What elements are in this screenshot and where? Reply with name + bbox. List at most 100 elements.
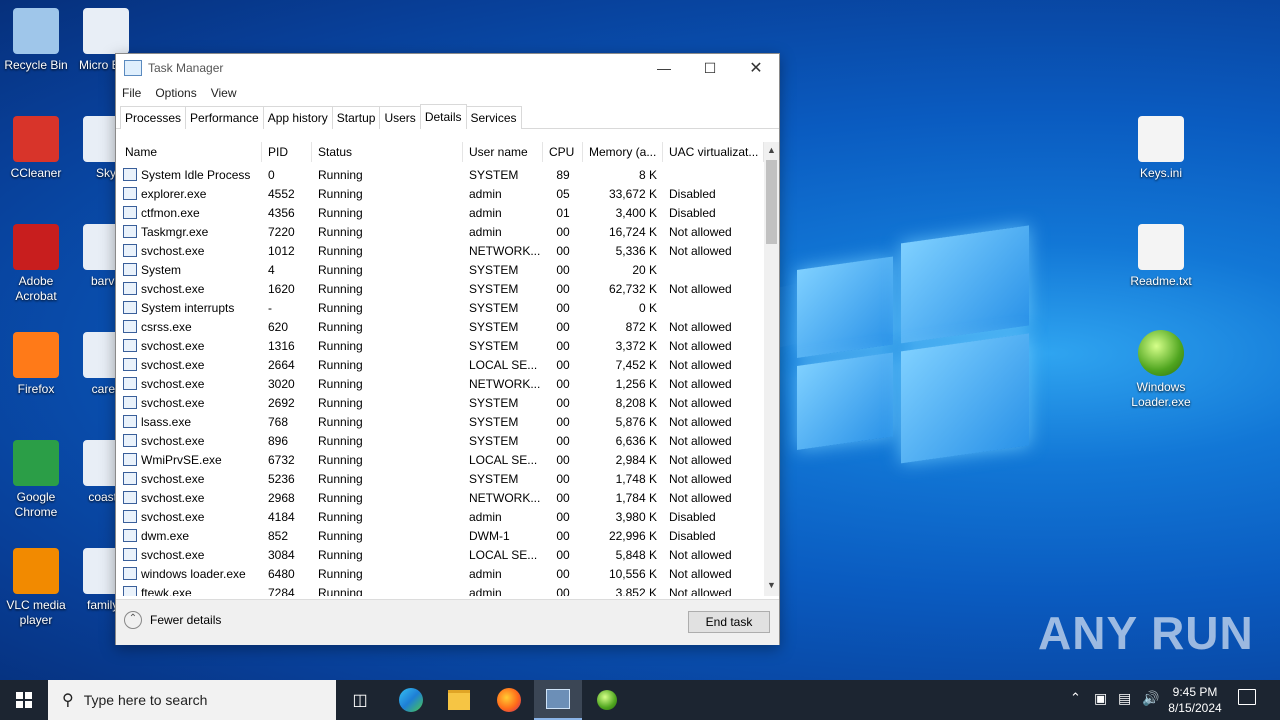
menu-options[interactable]: Options bbox=[155, 86, 196, 100]
desktop-icon-ccleaner[interactable]: CCleaner bbox=[0, 116, 74, 181]
table-cell: admin bbox=[469, 187, 502, 201]
table-row[interactable]: svchost.exe 4184 Running admin 00 3,980 K Disa… bbox=[119, 508, 764, 527]
network-icon[interactable]: ▣ bbox=[1094, 690, 1107, 707]
column-header-status[interactable]: Status bbox=[312, 142, 463, 162]
column-header-memory[interactable]: Memory (a... bbox=[583, 142, 663, 162]
desktop-icon-adobe-acrobat[interactable]: Adobe Acrobat bbox=[0, 224, 74, 304]
desktop-icon-label: Keys.ini bbox=[1139, 166, 1183, 180]
desktop-icon-firefox[interactable]: Firefox bbox=[0, 332, 74, 397]
show-hidden-icons[interactable]: ⌃ bbox=[1070, 690, 1081, 706]
menu-view[interactable]: View bbox=[211, 86, 237, 100]
notification-icon[interactable] bbox=[1238, 689, 1256, 705]
desktop-icon-google-chrome[interactable]: Google Chrome bbox=[0, 440, 74, 520]
process-name: svchost.exe bbox=[119, 394, 262, 413]
table-cell: admin bbox=[469, 567, 502, 581]
table-row[interactable]: svchost.exe 1316 Running SYSTEM 00 3,372 K Not… bbox=[119, 337, 764, 356]
table-row[interactable]: svchost.exe 3084 Running LOCAL SE... 00 5,848… bbox=[119, 546, 764, 565]
minimize-button[interactable]: — bbox=[641, 54, 687, 82]
column-header-cpu[interactable]: CPU bbox=[543, 142, 583, 162]
process-icon bbox=[123, 529, 137, 543]
table-cell: NETWORK... bbox=[469, 491, 541, 505]
table-row[interactable]: Taskmgr.exe 7220 Running admin 00 16,724 K Not… bbox=[119, 223, 764, 242]
table-cell: LOCAL SE... bbox=[469, 358, 538, 372]
process-name: Taskmgr.exe bbox=[119, 223, 262, 242]
table-cell: 7,452 K bbox=[615, 358, 657, 372]
desktop-icon-vlc-media-player[interactable]: VLC media player bbox=[0, 548, 74, 628]
taskbar-file-explorer[interactable] bbox=[435, 680, 483, 720]
start-button[interactable] bbox=[0, 680, 48, 720]
vertical-scrollbar[interactable]: ▲ ▼ bbox=[764, 142, 779, 596]
menu-file[interactable]: File bbox=[122, 86, 141, 100]
table-row[interactable]: svchost.exe 1620 Running SYSTEM 00 62,732 K No… bbox=[119, 280, 764, 299]
table-cell: Running bbox=[318, 529, 363, 543]
table-row[interactable]: svchost.exe 2968 Running NETWORK... 00 1,784 … bbox=[119, 489, 764, 508]
desktop-icon-recycle-bin[interactable]: Recycle Bin bbox=[0, 8, 74, 73]
table-cell: 1,256 K bbox=[615, 377, 657, 391]
process-icon bbox=[123, 548, 137, 562]
desktop-icon-readme-txt[interactable]: Readme.txt bbox=[1123, 224, 1199, 289]
tab-processes[interactable]: Processes bbox=[120, 106, 187, 129]
device-icon[interactable]: ▤ bbox=[1118, 690, 1131, 707]
table-cell: 3,372 K bbox=[615, 339, 657, 353]
table-row[interactable]: System interrupts - Running SYSTEM 00 0 K bbox=[119, 299, 764, 318]
table-cell: 00 bbox=[556, 282, 570, 296]
table-row[interactable]: svchost.exe 2664 Running LOCAL SE... 00 7,452… bbox=[119, 356, 764, 375]
task-manager-icon bbox=[546, 689, 570, 709]
clock[interactable]: 9:45 PM 8/15/2024 bbox=[1160, 684, 1230, 716]
table-row[interactable]: dwm.exe 852 Running DWM-1 00 22,996 K Disabled bbox=[119, 527, 764, 546]
table-row[interactable]: WmiPrvSE.exe 6732 Running LOCAL SE... 00 2,98… bbox=[119, 451, 764, 470]
table-cell: Not allowed bbox=[669, 472, 732, 486]
table-cell: SYSTEM bbox=[469, 472, 519, 486]
volume-icon[interactable]: 🔊 bbox=[1142, 690, 1159, 707]
desktop-icon-windows-loader-exe[interactable]: Windows Loader.exe bbox=[1123, 330, 1199, 410]
end-task-button[interactable]: End task bbox=[688, 611, 770, 633]
table-row[interactable]: explorer.exe 4552 Running admin 05 33,672 K Di… bbox=[119, 185, 764, 204]
title-bar[interactable]: Task Manager — ☐ ✕ bbox=[116, 54, 779, 82]
scroll-up-icon[interactable]: ▲ bbox=[767, 145, 776, 155]
taskbar-edge[interactable] bbox=[387, 680, 435, 720]
table-row[interactable]: lsass.exe 768 Running SYSTEM 00 5,876 K Not al… bbox=[119, 413, 764, 432]
tab-users[interactable]: Users bbox=[379, 106, 421, 129]
tab-app-history[interactable]: App history bbox=[262, 106, 333, 129]
desktop-icon-label: Windows Loader.exe bbox=[1131, 380, 1191, 409]
table-row[interactable]: svchost.exe 3020 Running NETWORK... 00 1,256 … bbox=[119, 375, 764, 394]
process-icon bbox=[123, 187, 137, 201]
table-cell: 00 bbox=[556, 510, 570, 524]
tab-details[interactable]: Details bbox=[419, 104, 467, 129]
table-row[interactable]: windows loader.exe 6480 Running admin 00 10,5… bbox=[119, 565, 764, 584]
process-name: ctfmon.exe bbox=[119, 204, 262, 223]
column-header-user-name[interactable]: User name bbox=[463, 142, 543, 162]
taskbar-task-manager[interactable] bbox=[534, 680, 582, 720]
tab-services[interactable]: Services bbox=[465, 106, 522, 129]
table-row[interactable]: svchost.exe 5236 Running SYSTEM 00 1,748 K Not… bbox=[119, 470, 764, 489]
process-icon bbox=[123, 377, 137, 391]
desktop-icon-keys-ini[interactable]: Keys.ini bbox=[1123, 116, 1199, 181]
taskbar-search-box[interactable]: ⚲ Type here to search bbox=[48, 680, 336, 720]
table-row[interactable]: svchost.exe 896 Running SYSTEM 00 6,636 K Not … bbox=[119, 432, 764, 451]
taskbar-firefox[interactable] bbox=[485, 680, 533, 720]
table-row[interactable]: ftewk.exe 7284 Running admin 00 3,852 K Not al… bbox=[119, 584, 764, 596]
table-row[interactable]: svchost.exe 2692 Running SYSTEM 00 8,208 K Not… bbox=[119, 394, 764, 413]
table-cell: Running bbox=[318, 168, 363, 182]
fewer-details-button[interactable]: ⌃ Fewer details bbox=[124, 611, 221, 629]
table-row[interactable]: System Idle Process 0 Running SYSTEM 89 8 K bbox=[119, 166, 764, 185]
taskbar-windows-loader[interactable] bbox=[583, 680, 631, 720]
table-row[interactable]: svchost.exe 1012 Running NETWORK... 00 5,336 … bbox=[119, 242, 764, 261]
tab-performance[interactable]: Performance bbox=[185, 106, 264, 129]
table-row[interactable]: csrss.exe 620 Running SYSTEM 00 872 K Not allo… bbox=[119, 318, 764, 337]
close-button[interactable]: ✕ bbox=[733, 54, 779, 82]
maximize-button[interactable]: ☐ bbox=[687, 54, 733, 82]
table-cell: SYSTEM bbox=[469, 396, 519, 410]
column-header-pid[interactable]: PID bbox=[262, 142, 312, 162]
table-row[interactable]: ctfmon.exe 4356 Running admin 01 3,400 K Disab… bbox=[119, 204, 764, 223]
scroll-thumb[interactable] bbox=[766, 160, 777, 244]
column-header-uac-virtualization[interactable]: UAC virtualizat... bbox=[663, 142, 764, 162]
table-cell: SYSTEM bbox=[469, 339, 519, 353]
table-cell: - bbox=[268, 301, 272, 315]
scroll-down-icon[interactable]: ▼ bbox=[767, 580, 776, 590]
task-view-button[interactable]: ◫ bbox=[336, 680, 384, 720]
column-header-name[interactable]: Name bbox=[119, 142, 262, 162]
table-row[interactable]: System 4 Running SYSTEM 00 20 K bbox=[119, 261, 764, 280]
table-cell: Running bbox=[318, 282, 363, 296]
tab-startup[interactable]: Startup bbox=[331, 106, 381, 129]
